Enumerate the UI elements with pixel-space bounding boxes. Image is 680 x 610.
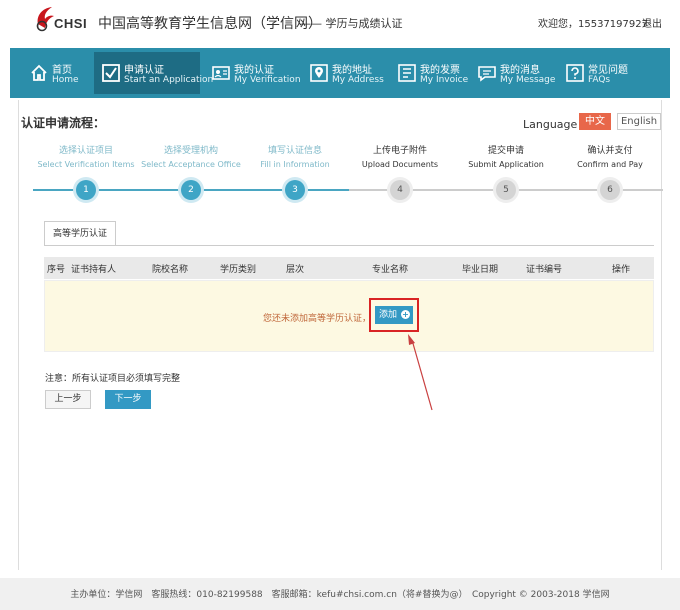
column-header: 学历类别	[220, 265, 257, 275]
column-header: 操作	[612, 265, 631, 275]
checkbox-icon	[102, 64, 120, 82]
step-1-en: Select Verification Items	[37, 160, 135, 169]
table-header: 序号 证书持有人 院校名称 学历类别 层次 专业名称 毕业日期 证书编号 操作	[44, 257, 654, 279]
top-bar: CHSI 中国高等教育学生信息网（学信网） —— 学历与成绩认证 欢迎您，155…	[0, 0, 680, 44]
tab-divider	[44, 245, 654, 246]
site-title: 中国高等教育学生信息网（学信网）	[98, 16, 322, 32]
nav-label-cn: 申请认证	[124, 65, 164, 76]
nav-label-cn: 我的发票	[420, 65, 460, 76]
language-zh-button[interactable]: 中文	[579, 113, 611, 130]
question-icon	[566, 64, 584, 82]
step-6-en: Confirm and Pay	[577, 160, 643, 169]
table-empty-row: 您还未添加高等学历认证， 添加 +	[44, 280, 654, 352]
step-4-en: Upload Documents	[361, 160, 439, 169]
nav-label-en: FAQs	[588, 75, 611, 85]
step-6-circle: 6	[600, 180, 620, 200]
nav-item-my-invoice[interactable]: 我的发票 My Invoice	[390, 52, 468, 94]
welcome-text: 欢迎您，15537197927	[538, 19, 648, 30]
nav-item-my-address[interactable]: 我的地址 My Address	[302, 52, 384, 94]
column-header: 序号	[47, 265, 66, 275]
chsi-logo[interactable]: CHSI	[32, 6, 92, 36]
nav-label-cn: 常见问题	[588, 65, 628, 76]
nav-label-en: My Invoice	[420, 75, 469, 85]
nav-label-en: My Message	[500, 75, 556, 85]
nav-item-faqs[interactable]: 常见问题 FAQs	[558, 52, 640, 94]
empty-message: 您还未添加高等学历认证，	[263, 314, 372, 324]
flow-title: 认证申请流程：	[21, 116, 106, 130]
nav-label-en: My Address	[332, 75, 384, 85]
next-step-button[interactable]: 下一步	[105, 390, 151, 409]
plus-icon: +	[401, 310, 410, 319]
site-subtitle: —— 学历与成绩认证	[300, 17, 403, 30]
nav-label-cn: 我的消息	[500, 65, 540, 76]
step-4-circle: 4	[390, 180, 410, 200]
logout-link[interactable]: 退出	[642, 15, 662, 30]
language-en-button[interactable]: English	[617, 113, 661, 130]
step-3-circle: 3	[285, 180, 305, 200]
nav-item-my-verification[interactable]: 我的认证 My Verification	[204, 52, 301, 94]
location-icon	[310, 64, 328, 82]
nav-label-en: Start an Application	[124, 75, 214, 85]
step-3-en: Fill in Information	[260, 160, 330, 169]
home-icon	[31, 64, 47, 81]
nav-label-en: My Verification	[234, 75, 301, 85]
highlight-box: 添加 +	[369, 298, 419, 332]
logo-text: CHSI	[54, 16, 88, 31]
step-2-cn: 选择受理机构	[163, 146, 218, 156]
column-header: 毕业日期	[462, 265, 499, 275]
nav-label-en: Home	[52, 75, 79, 85]
step-5-circle: 5	[496, 180, 516, 200]
step-5-en: Submit Application	[468, 160, 544, 169]
column-header: 院校名称	[152, 265, 189, 275]
main-content: 认证申请流程： Language： 中文 English 选择认证项目 Sele…	[18, 100, 663, 570]
id-card-icon	[212, 66, 230, 80]
footer-text: 主办单位：学信网 客服热线：010-82199588 客服邮箱：kefu#chs…	[70, 590, 610, 600]
nav-item-start-application[interactable]: 申请认证 Start an Application	[94, 52, 213, 94]
column-header: 层次	[286, 265, 305, 275]
column-header: 专业名称	[372, 265, 409, 275]
step-4-cn: 上传电子附件	[372, 146, 427, 156]
add-button-label: 添加	[379, 310, 398, 320]
nav-item-home[interactable]: 首页 Home	[22, 52, 92, 94]
nav-item-my-message[interactable]: 我的消息 My Message	[470, 52, 556, 94]
column-header: 证书编号	[526, 265, 563, 275]
step-3-cn: 填写认证信息	[267, 146, 322, 156]
step-1-cn: 选择认证项目	[58, 146, 113, 156]
notice-text: 注意：所有认证项目必须填写完整	[45, 374, 181, 384]
step-2-en: Select Acceptance Office	[141, 160, 241, 169]
step-6-cn: 确认并支付	[587, 146, 633, 156]
add-button[interactable]: 添加 +	[375, 306, 413, 324]
footer: 主办单位：学信网 客服热线：010-82199588 客服邮箱：kefu#chs…	[0, 578, 680, 610]
message-icon	[478, 66, 496, 82]
nav-label-cn: 我的地址	[332, 65, 372, 76]
step-1-circle: 1	[76, 180, 96, 200]
step-5-cn: 提交申请	[487, 146, 524, 156]
main-nav: 首页 Home 申请认证 Start an Application 我的认证 M…	[10, 48, 670, 98]
step-2-circle: 2	[181, 180, 201, 200]
nav-label-cn: 我的认证	[234, 65, 274, 76]
tab-higher-education[interactable]: 高等学历认证	[44, 221, 116, 245]
invoice-icon	[398, 64, 416, 82]
column-header: 证书持有人	[71, 265, 117, 275]
logo-bird-icon	[36, 7, 54, 32]
previous-step-button[interactable]: 上一步	[45, 390, 91, 409]
nav-label-cn: 首页	[52, 65, 72, 76]
